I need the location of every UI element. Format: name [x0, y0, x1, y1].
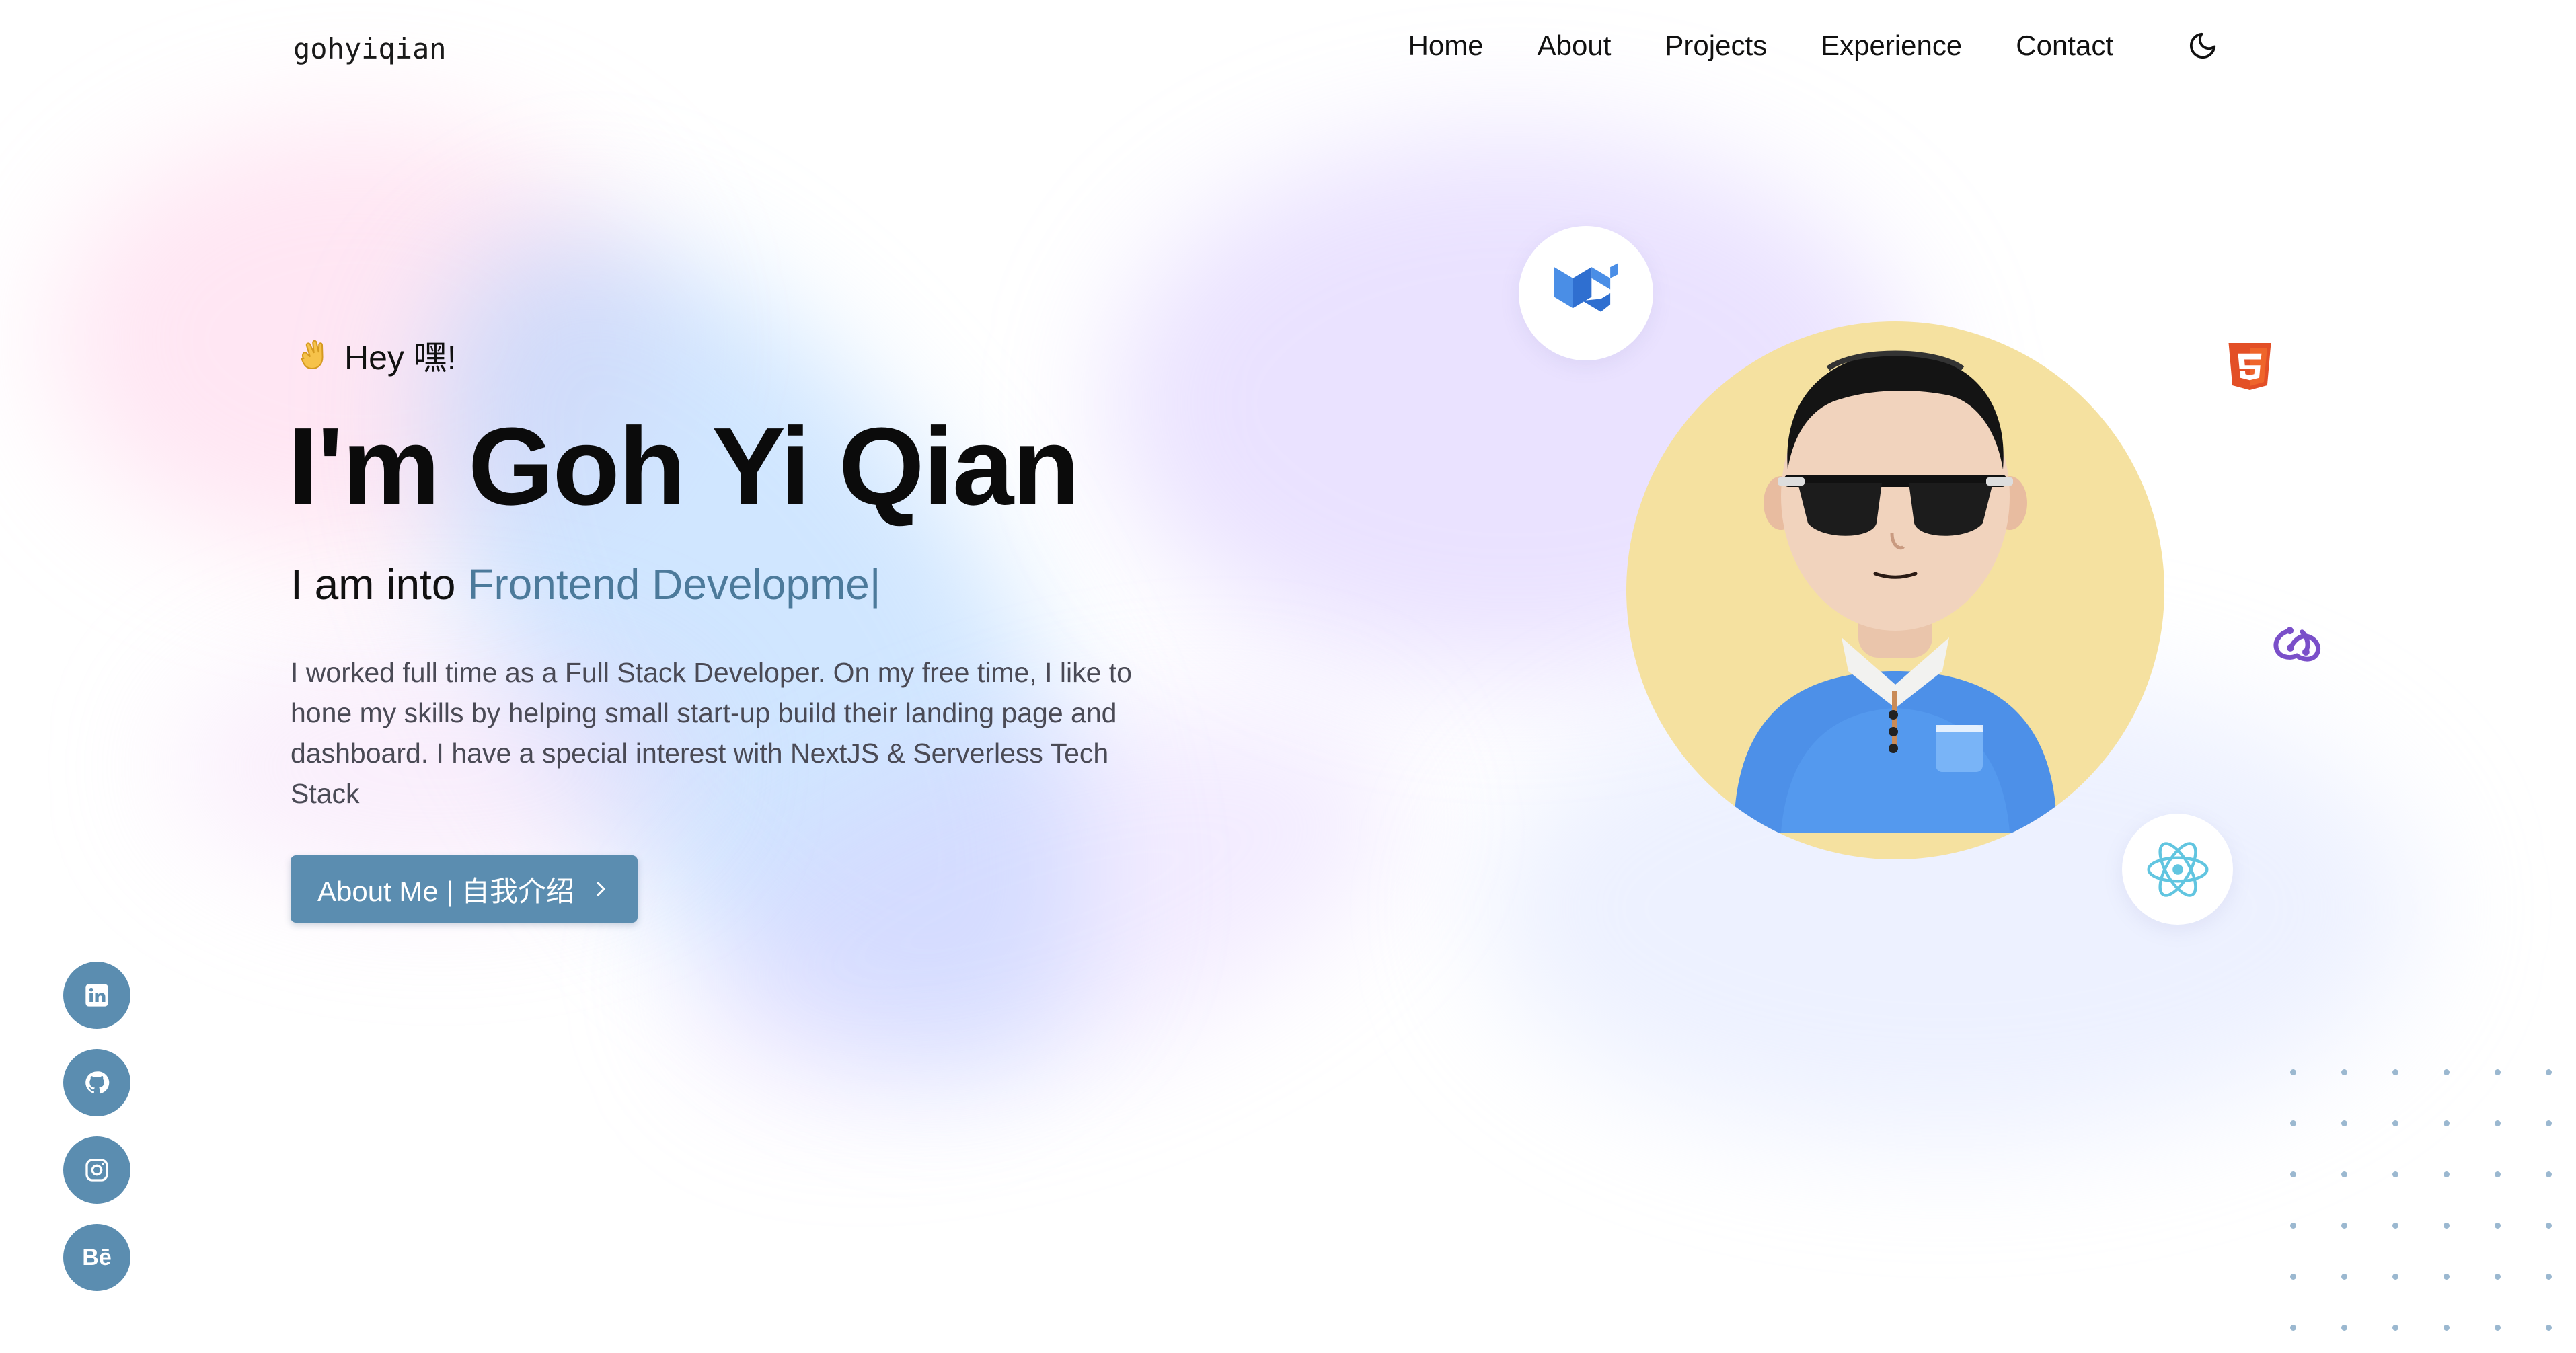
about-me-button[interactable]: About Me | 自我介绍 [291, 855, 638, 923]
nav-contact[interactable]: Contact [2016, 30, 2113, 62]
instagram-link[interactable] [63, 1136, 130, 1204]
moon-icon[interactable] [2187, 30, 2218, 61]
main-nav: Home About Projects Experience Contact [1408, 30, 2218, 62]
grid-dot [2444, 1274, 2450, 1280]
grid-dot [2290, 1223, 2296, 1229]
grid-dot [2341, 1274, 2347, 1280]
page: gohyiqian Home About Projects Experience… [0, 0, 2576, 1353]
grid-dot [2546, 1274, 2552, 1280]
behance-link[interactable]: Bē [63, 1224, 130, 1291]
grid-dot [2495, 1274, 2501, 1280]
react-icon [2122, 814, 2233, 925]
waving-hand-icon [293, 335, 334, 375]
grid-dot [2495, 1069, 2501, 1075]
grid-dot [2392, 1069, 2398, 1075]
instagram-icon [85, 1159, 108, 1182]
hero-bio: I worked full time as a Full Stack Devel… [291, 657, 1132, 809]
grid-dot [2495, 1171, 2501, 1177]
greeting-text: Hey 嘿! [344, 339, 457, 377]
github-icon [85, 1071, 110, 1094]
grid-dot [2392, 1120, 2398, 1126]
chevron-right-icon [591, 879, 611, 899]
grid-dot [2392, 1325, 2398, 1331]
grid-dot [2444, 1171, 2450, 1177]
grid-dot [2392, 1274, 2398, 1280]
grid-dot [2290, 1069, 2296, 1075]
greeting: Hey 嘿! [293, 331, 457, 379]
linkedin-link[interactable] [63, 962, 130, 1029]
avatar [1626, 321, 2164, 859]
grid-dot [2392, 1223, 2398, 1229]
social-links: Bē [63, 962, 130, 1291]
subtitle-prefix: I am into [291, 560, 456, 609]
github-link[interactable] [63, 1049, 130, 1116]
grid-dot [2546, 1120, 2552, 1126]
grid-dot [2444, 1120, 2450, 1126]
hero-subtitle: I am into Frontend Developme| [291, 559, 881, 609]
grid-dot [2290, 1274, 2296, 1280]
grid-dot [2290, 1120, 2296, 1126]
decorative-dot-grid [2290, 1069, 2573, 1352]
grid-dot [2290, 1325, 2296, 1331]
grid-dot [2341, 1325, 2347, 1331]
nav-experience[interactable]: Experience [1821, 30, 1962, 62]
mui-icon [1519, 226, 1653, 360]
nav-about[interactable]: About [1538, 30, 1612, 62]
grid-dot [2495, 1223, 2501, 1229]
grid-dot [2341, 1223, 2347, 1229]
typing-role-text: Frontend Developme [467, 560, 870, 609]
grid-dot [2495, 1325, 2501, 1331]
grid-dot [2495, 1120, 2501, 1126]
grid-dot [2546, 1223, 2552, 1229]
grid-dot [2444, 1223, 2450, 1229]
nav-home[interactable]: Home [1408, 30, 1484, 62]
html5-icon [2220, 336, 2280, 397]
typing-cursor: | [869, 560, 881, 609]
behance-icon: Bē [82, 1244, 112, 1270]
about-me-button-label: About Me | 自我介绍 [317, 875, 575, 907]
redux-icon [2263, 609, 2331, 676]
linkedin-icon [85, 984, 108, 1007]
grid-dot [2341, 1120, 2347, 1126]
grid-dot [2341, 1069, 2347, 1075]
grid-dot [2341, 1171, 2347, 1177]
grid-dot [2290, 1171, 2296, 1177]
grid-dot [2546, 1069, 2552, 1075]
grid-dot [2546, 1171, 2552, 1177]
grid-dot [2392, 1171, 2398, 1177]
hero-title: I'm Goh Yi Qian [288, 405, 1079, 528]
nav-projects[interactable]: Projects [1665, 30, 1767, 62]
grid-dot [2546, 1325, 2552, 1331]
avatar-illustration [1734, 350, 2057, 833]
grid-dot [2444, 1069, 2450, 1075]
grid-dot [2444, 1325, 2450, 1331]
site-logo[interactable]: gohyiqian [293, 32, 447, 65]
